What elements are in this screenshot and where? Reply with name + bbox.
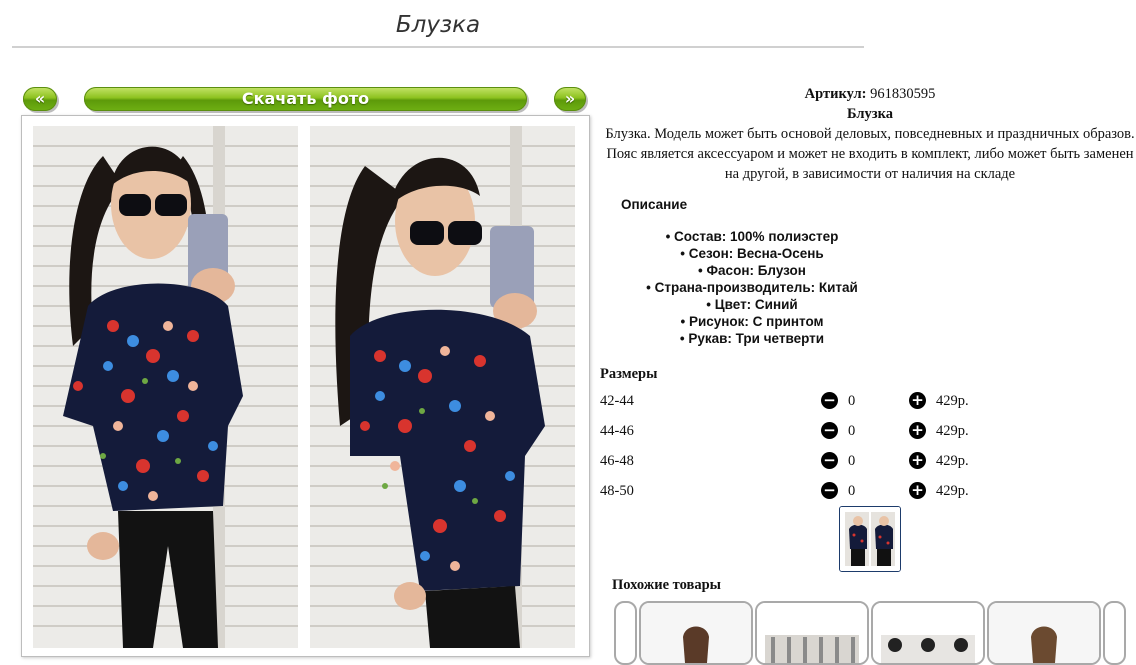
attribute-item: Фасон: Блузон [604, 262, 900, 279]
size-label: 44-46 [600, 423, 634, 439]
size-row: 46-48 − 0 + 429р. [600, 451, 1000, 471]
photo-thumbnail[interactable] [839, 506, 901, 572]
sku-value: 961830595 [870, 86, 936, 102]
download-photo-button[interactable]: Скачать фото [84, 87, 527, 111]
sku-label: Артикул: [804, 86, 867, 102]
product-photo-side[interactable] [310, 126, 575, 648]
sku-line: Артикул: 961830595 [604, 84, 1136, 104]
size-price: 429р. [936, 423, 969, 439]
size-price: 429р. [936, 393, 969, 409]
size-price: 429р. [936, 453, 969, 469]
attribute-item: Страна-производитель: Китай [604, 279, 900, 296]
attribute-item: Сезон: Весна-Осень [604, 245, 900, 262]
product-info: Артикул: 961830595 Блузка Блузка. Модель… [604, 84, 1136, 184]
size-quantity: 0 [848, 483, 856, 499]
plus-icon[interactable]: + [909, 452, 926, 469]
minus-icon[interactable]: − [821, 422, 838, 439]
attribute-item: Рукав: Три четверти [604, 330, 900, 347]
size-price: 429р. [936, 483, 969, 499]
attribute-item: Рисунок: С принтом [604, 313, 900, 330]
size-row: 48-50 − 0 + 429р. [600, 481, 1000, 501]
product-description: Блузка. Модель может быть основой деловы… [605, 126, 1135, 182]
size-label: 48-50 [600, 483, 634, 499]
minus-icon[interactable]: − [821, 482, 838, 499]
prev-photo-button[interactable]: « [23, 87, 57, 111]
similar-scroll-right[interactable] [1103, 601, 1126, 665]
minus-icon[interactable]: − [821, 392, 838, 409]
size-label: 46-48 [600, 453, 634, 469]
next-photo-button[interactable]: » [554, 87, 586, 111]
size-row: 44-46 − 0 + 429р. [600, 421, 1000, 441]
similar-products-heading: Похожие товары [612, 577, 721, 593]
attribute-item: Состав: 100% полиэстер [604, 228, 900, 245]
size-quantity: 0 [848, 453, 856, 469]
size-row: 42-44 − 0 + 429р. [600, 391, 1000, 411]
plus-icon[interactable]: + [909, 392, 926, 409]
sizes-heading: Размеры [600, 366, 658, 382]
size-label: 42-44 [600, 393, 634, 409]
similar-product-card[interactable] [755, 601, 869, 665]
plus-icon[interactable]: + [909, 482, 926, 499]
minus-icon[interactable]: − [821, 452, 838, 469]
similar-product-card[interactable] [987, 601, 1101, 665]
product-photo-front[interactable] [33, 126, 298, 648]
size-quantity: 0 [848, 393, 856, 409]
plus-icon[interactable]: + [909, 422, 926, 439]
product-name: Блузка [847, 106, 893, 122]
similar-product-card[interactable] [871, 601, 985, 665]
attribute-list: Состав: 100% полиэстер Сезон: Весна-Осен… [604, 228, 900, 347]
attribute-item: Цвет: Синий [604, 296, 900, 313]
size-quantity: 0 [848, 423, 856, 439]
description-heading: Описание [621, 197, 688, 212]
page-title: Блузка [12, 12, 864, 48]
similar-product-card[interactable] [639, 601, 753, 665]
product-photo-frame [21, 115, 590, 657]
similar-scroll-left[interactable] [614, 601, 637, 665]
